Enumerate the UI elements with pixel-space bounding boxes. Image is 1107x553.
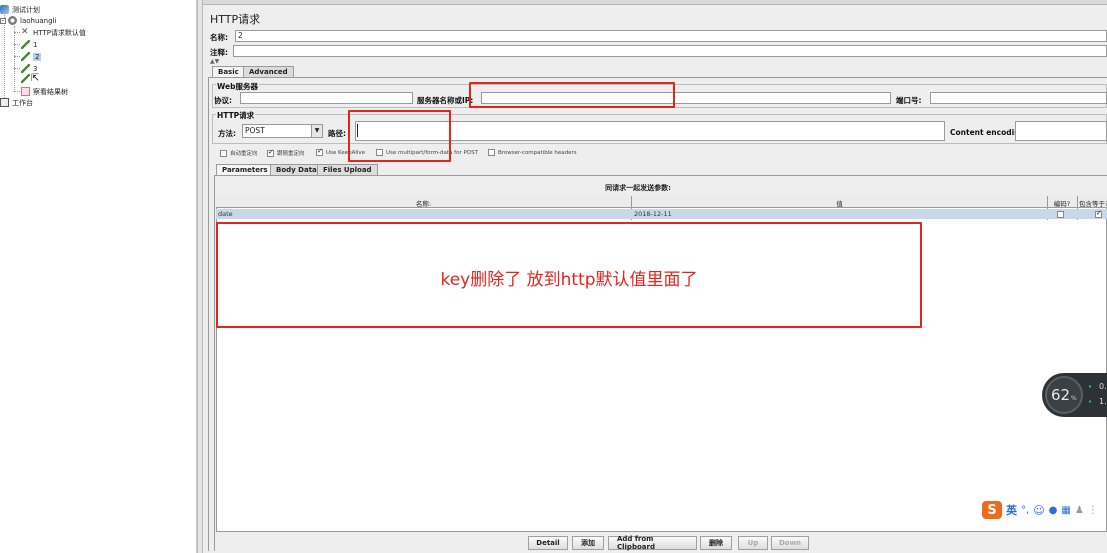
test-plan-tree[interactable]: 测试计划 - laohuangli ✕ HTTP请求默认值 1 2 3 ⇱ 察看… — [0, 0, 197, 553]
download-speed: 1. — [1099, 397, 1107, 406]
row-include-equals-checkbox[interactable] — [1095, 209, 1105, 219]
row-value-cell[interactable]: 2018-12-11 — [634, 210, 672, 218]
protocol-label: 协议: — [214, 96, 232, 105]
row-encode-checkbox[interactable] — [1057, 210, 1067, 219]
checkbox-label: Browser-compatible headers — [498, 149, 577, 156]
protocol-input[interactable] — [240, 92, 413, 104]
tree-label: 2 — [33, 52, 42, 61]
col-header-value[interactable]: 值 — [632, 198, 1047, 208]
add-from-clipboard-button[interactable]: Add from Clipboard — [608, 535, 697, 551]
delete-button[interactable]: 删除 — [700, 536, 732, 550]
checkbox-box[interactable] — [316, 147, 323, 156]
tab-files-upload[interactable]: Files Upload — [317, 164, 378, 175]
checkbox-label: 自动重定向 — [230, 151, 258, 157]
col-header-name[interactable]: 名称: — [216, 198, 631, 208]
http-request-group-title: HTTP请求 — [216, 110, 256, 121]
pipette-icon — [21, 52, 30, 61]
annotation-text: key删除了 放到http默认值里面了 — [440, 270, 698, 290]
mouse-cursor-icon: ⇱ — [31, 73, 40, 84]
top-strip — [203, 0, 1107, 5]
microphone-icon[interactable]: ● — [1049, 505, 1058, 516]
method-select[interactable]: POST ▼ — [242, 124, 323, 138]
download-arrow-icon: • — [1088, 398, 1093, 406]
web-server-group-title: Web服务器 — [216, 81, 259, 92]
more-icon[interactable]: ⋮ — [1088, 505, 1098, 516]
collapse-arrows-icon[interactable]: ▲▼ — [210, 58, 219, 65]
checkbox-follow-redirect[interactable]: 跟随重定向 — [267, 148, 305, 157]
port-label: 端口号: — [896, 96, 922, 105]
tree-node-test-plan[interactable]: 测试计划 — [0, 4, 40, 15]
port-input[interactable] — [930, 92, 1107, 104]
tree-label: 3 — [33, 64, 38, 73]
ime-lang[interactable]: 英 — [1006, 502, 1017, 518]
test-plan-icon — [0, 5, 9, 14]
tab-basic[interactable]: Basic — [212, 66, 245, 77]
speed-percent: 62 — [1051, 386, 1071, 404]
tree-node-result-tree[interactable]: 察看结果树 — [21, 86, 68, 97]
upload-arrow-icon: • — [1088, 383, 1093, 391]
chevron-down-icon[interactable]: ▼ — [311, 125, 322, 137]
emoji-icon[interactable]: ☺ — [1033, 504, 1044, 517]
checkbox-auto-redirect[interactable]: 自动重定向 — [220, 149, 258, 157]
checkbox-box[interactable] — [220, 149, 227, 157]
params-caption: 同请求一起发送参数: — [605, 184, 671, 192]
tree-node-http-defaults[interactable]: ✕ HTTP请求默认值 — [21, 27, 86, 38]
pipette-icon — [21, 64, 30, 73]
col-header-encode[interactable]: 编码? — [1048, 198, 1076, 208]
tab-advanced[interactable]: Advanced — [243, 66, 294, 77]
tree-label: 1 — [33, 40, 38, 49]
page-title: HTTP请求 — [210, 13, 261, 26]
upload-speed: 0. — [1099, 382, 1107, 391]
annotation-box-server — [469, 82, 675, 108]
tree-node-sampler-2[interactable]: 2 — [21, 51, 42, 62]
tree-label: 测试计划 — [12, 5, 40, 14]
tab-body-data[interactable]: Body Data — [270, 164, 323, 175]
tree-node-sampler-1[interactable]: 1 — [21, 39, 37, 50]
method-label: 方法: — [218, 129, 236, 138]
path-label: 路径: — [328, 129, 346, 138]
server-label: 服务器名称或IP: — [417, 96, 474, 105]
checkbox-box[interactable] — [1095, 209, 1102, 218]
sogou-logo-icon[interactable]: S — [982, 501, 1002, 519]
name-input[interactable]: 2 — [235, 30, 1107, 42]
tree-node-sampler-4[interactable]: ⇱ — [21, 73, 39, 84]
wrench-cross-icon: ✕ — [21, 27, 29, 37]
col-header-include-equals[interactable]: 包含等于? — [1079, 198, 1107, 208]
gear-icon — [8, 16, 17, 25]
checkbox-box[interactable] — [267, 148, 274, 157]
tree-node-workbench[interactable]: 工作台 — [0, 97, 33, 108]
result-tree-icon — [21, 87, 30, 96]
comment-input[interactable] — [233, 45, 1107, 57]
detail-button[interactable]: Detail — [528, 536, 568, 550]
tree-label: 察看结果树 — [33, 87, 68, 96]
pipette-icon — [21, 40, 30, 49]
keyboard-icon[interactable]: ▦ — [1061, 505, 1070, 516]
down-button[interactable]: Down — [771, 536, 809, 550]
punctuation-icon[interactable]: °, — [1021, 505, 1029, 516]
tree-label: laohuangli — [20, 16, 57, 25]
up-button[interactable]: Up — [738, 536, 768, 550]
expand-toggle-icon[interactable]: - — [0, 17, 6, 24]
name-label: 名称: — [210, 33, 228, 42]
checkbox-label: 跟随重定向 — [277, 151, 305, 157]
ime-toolbar[interactable]: S 英 °, ☺ ● ▦ ♟ ⋮ — [982, 500, 1107, 520]
tree-node-thread-group[interactable]: - laohuangli — [0, 15, 56, 26]
checkbox-box[interactable] — [488, 149, 495, 156]
checkbox-browser-headers[interactable]: Browser-compatible headers — [488, 149, 577, 156]
workbench-icon — [0, 98, 9, 107]
method-value: POST — [245, 126, 265, 135]
comment-label: 注释: — [210, 48, 228, 57]
tree-label: 工作台 — [12, 98, 33, 107]
skin-icon[interactable]: ♟ — [1075, 505, 1084, 516]
checkbox-box[interactable] — [1057, 211, 1064, 218]
row-name-cell[interactable]: date — [218, 210, 233, 218]
tab-parameters[interactable]: Parameters — [216, 164, 274, 175]
content-encoding-input[interactable] — [1015, 121, 1107, 141]
speed-percent-unit: % — [1071, 395, 1077, 402]
annotation-box-path — [348, 110, 451, 162]
pipette-icon — [21, 74, 30, 83]
tree-label: HTTP请求默认值 — [33, 28, 86, 37]
add-button[interactable]: 添加 — [572, 536, 604, 550]
